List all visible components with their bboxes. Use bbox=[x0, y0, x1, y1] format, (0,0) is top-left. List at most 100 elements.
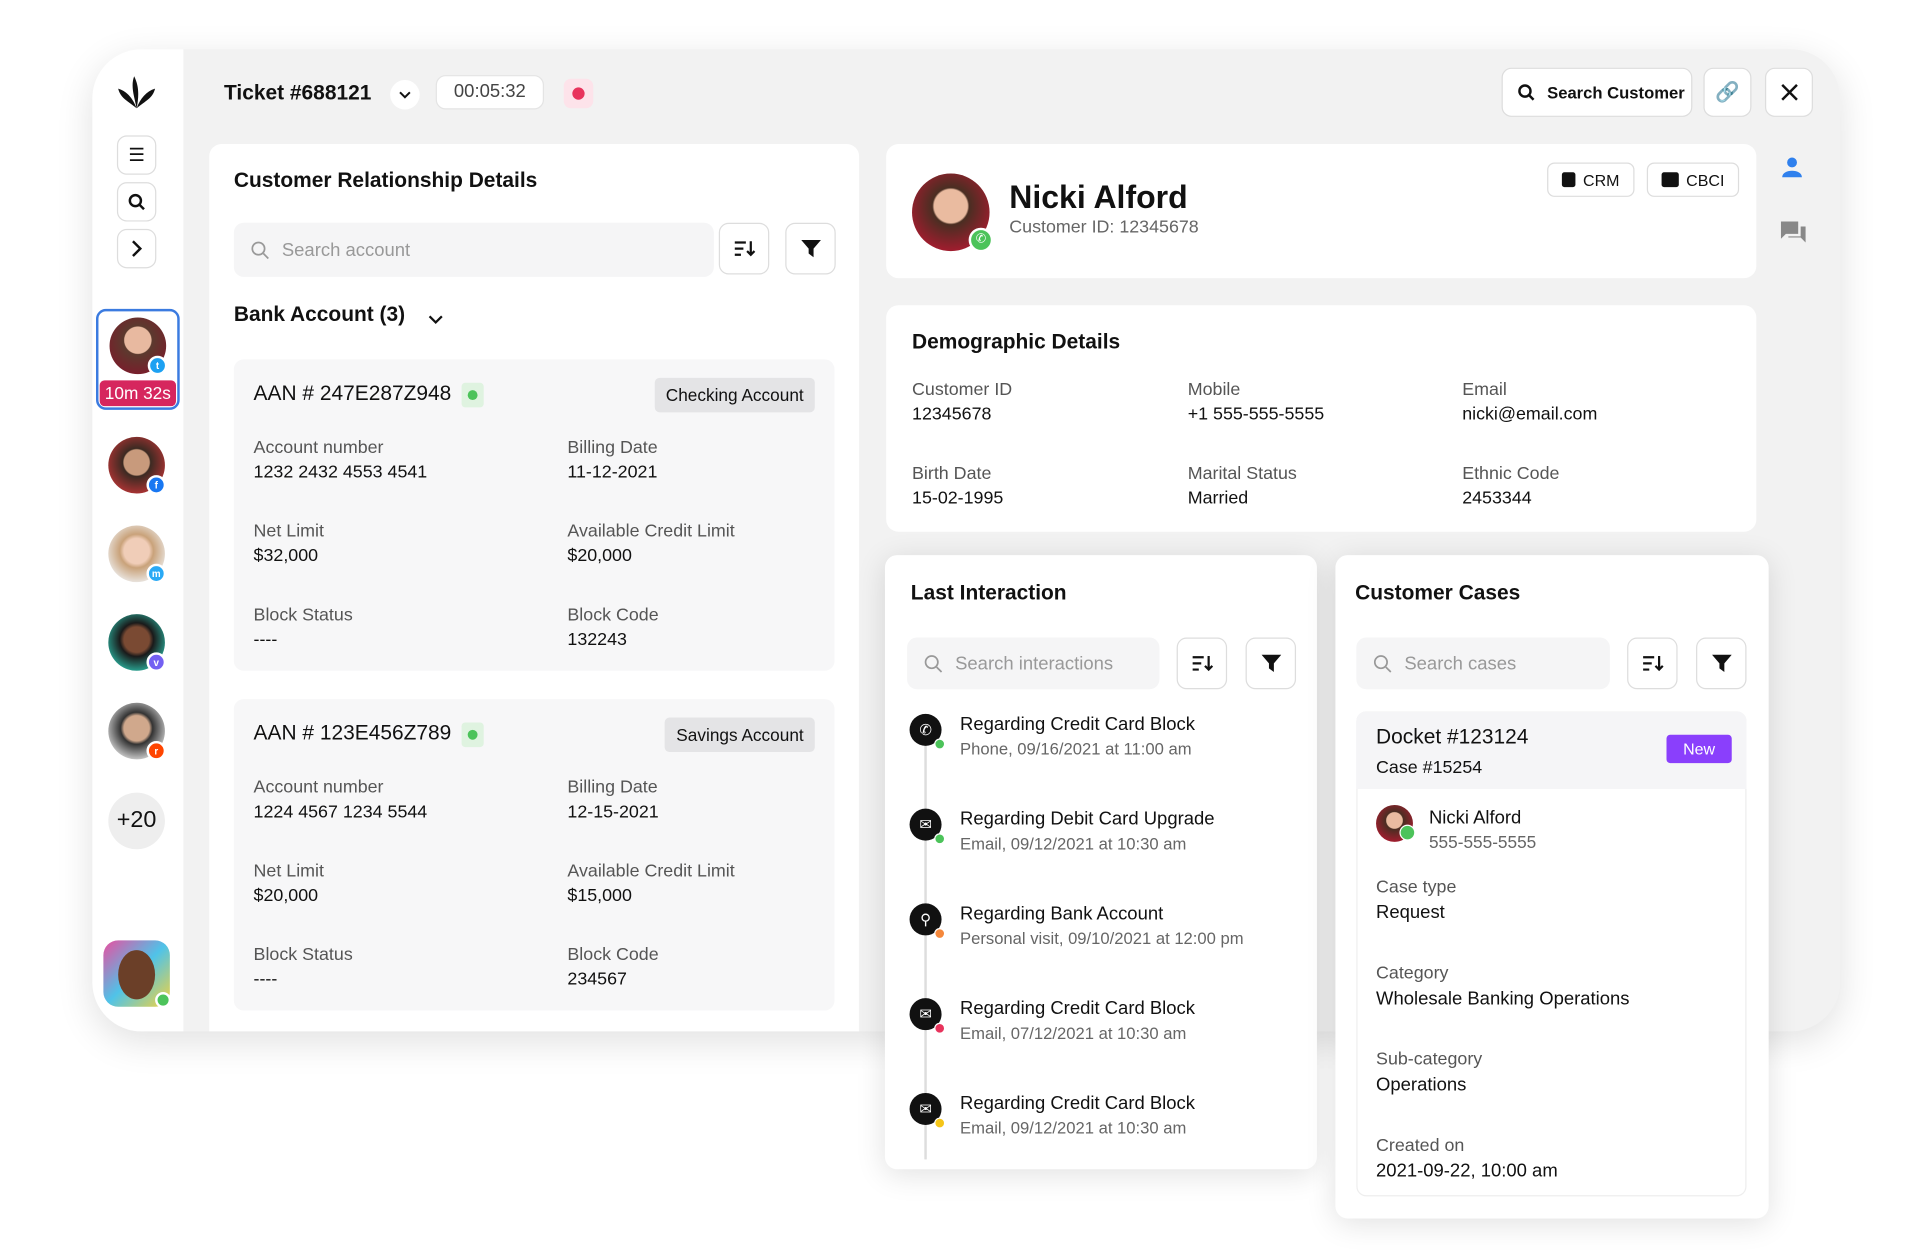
menu-button[interactable]: ☰ bbox=[116, 135, 157, 175]
aan-text: AAN # 123E456Z789 bbox=[253, 721, 452, 745]
field-value: 234567 bbox=[567, 969, 627, 990]
field-block-code: Block Code 132243 bbox=[567, 606, 658, 650]
phone-icon bbox=[1399, 824, 1416, 841]
field-account-number: Account number 1232 2432 4553 4541 bbox=[254, 438, 428, 482]
field-value: $20,000 bbox=[567, 546, 632, 567]
ticket-dropdown[interactable] bbox=[390, 80, 420, 110]
account-type-tag: Savings Account bbox=[665, 717, 815, 753]
interaction-title: Regarding Debit Card Upgrade bbox=[960, 808, 1215, 830]
customer-profile-icon[interactable] bbox=[1781, 156, 1803, 184]
demographic-field: Birth Date 15-02-1995 bbox=[912, 464, 1003, 508]
account-aan: AAN # 123E456Z789 bbox=[253, 721, 484, 747]
more-conversations[interactable]: +20 bbox=[108, 792, 165, 850]
interaction-item[interactable]: Regarding Credit Card Block Email, 07/12/… bbox=[960, 998, 1195, 1042]
customer-name: Nicki Alford bbox=[1009, 178, 1188, 216]
chat-icon[interactable] bbox=[1780, 220, 1807, 251]
interaction-subtitle: Phone, 09/16/2021 at 11:00 am bbox=[960, 739, 1192, 759]
sort-icon bbox=[734, 241, 755, 257]
customer-cases-title: Customer Cases bbox=[1355, 580, 1521, 605]
interaction-title: Regarding Credit Card Block bbox=[960, 998, 1196, 1020]
field-label: Category bbox=[1376, 963, 1449, 984]
field-value: 2021-09-22, 10:00 am bbox=[1376, 1160, 1558, 1182]
crm-label: CRM bbox=[1583, 170, 1620, 189]
account-aan: AAN # 247E287Z948 bbox=[254, 382, 484, 407]
interaction-item[interactable]: Regarding Credit Card Block Email, 09/12/… bbox=[960, 1093, 1195, 1137]
messenger-icon: m bbox=[146, 563, 167, 584]
filter-button[interactable] bbox=[785, 222, 836, 275]
call-timer: 00:05:32 bbox=[435, 75, 545, 110]
filter-icon bbox=[1711, 654, 1732, 673]
search-account-input[interactable]: Search account bbox=[233, 222, 714, 277]
filter-button[interactable] bbox=[1245, 637, 1297, 690]
online-status-icon bbox=[155, 992, 172, 1009]
field-label: Billing Date bbox=[567, 438, 658, 458]
field-label: Customer ID bbox=[912, 380, 1013, 401]
sort-button[interactable] bbox=[1627, 637, 1678, 690]
search-button[interactable] bbox=[116, 182, 157, 222]
docket-number: Docket #123124 bbox=[1376, 724, 1529, 749]
status-badge: New bbox=[1666, 734, 1732, 764]
field-label: Ethnic Code bbox=[1462, 464, 1560, 484]
mail-icon: ✉ bbox=[909, 998, 946, 1034]
field-label: Created on bbox=[1376, 1136, 1465, 1156]
contact-card-icon bbox=[1661, 172, 1679, 188]
field-value: Request bbox=[1376, 902, 1445, 924]
ticket-title: Ticket #688121 bbox=[224, 81, 372, 105]
interaction-title: Regarding Credit Card Block bbox=[960, 1092, 1196, 1114]
close-icon bbox=[1780, 84, 1798, 101]
conversation-timer: 10m 32s bbox=[99, 380, 177, 407]
case-number: Case #15254 bbox=[1376, 758, 1483, 778]
field-block-status: Block Status ---- bbox=[254, 606, 353, 650]
crm-title: Customer Relationship Details bbox=[233, 168, 538, 193]
close-button[interactable] bbox=[1764, 67, 1813, 117]
search-interactions-input[interactable]: Search interactions bbox=[907, 637, 1160, 690]
demographic-field: Customer ID 12345678 bbox=[912, 380, 1012, 424]
field-block-status: Block Status ---- bbox=[254, 945, 353, 989]
search-cases-input[interactable]: Search cases bbox=[1356, 637, 1610, 690]
filter-icon bbox=[1260, 654, 1281, 673]
field-value: 12345678 bbox=[912, 404, 992, 425]
demographic-field: Mobile +1 555-555-5555 bbox=[1188, 380, 1324, 424]
field-label: Marital Status bbox=[1187, 464, 1297, 484]
crm-button[interactable]: CRM bbox=[1547, 162, 1635, 197]
facebook-icon: f bbox=[146, 475, 167, 495]
field-label: Block Status bbox=[253, 605, 353, 626]
cbci-button[interactable]: CBCI bbox=[1646, 162, 1740, 197]
field-value: Wholesale Banking Operations bbox=[1376, 988, 1630, 1010]
filter-button[interactable] bbox=[1696, 637, 1747, 690]
field-account-number: Account number 1224 4567 1234 5544 bbox=[254, 778, 428, 822]
customer-id: Customer ID: 12345678 bbox=[1009, 217, 1199, 238]
sort-button[interactable] bbox=[718, 222, 770, 275]
field-label: Block Code bbox=[567, 945, 659, 965]
logo-icon bbox=[116, 74, 158, 120]
search-icon bbox=[251, 240, 269, 259]
link-button[interactable]: 🔗 bbox=[1703, 67, 1752, 117]
interaction-item[interactable]: Regarding Credit Card Block Phone, 09/16/… bbox=[960, 714, 1195, 758]
field-label: Billing Date bbox=[567, 777, 658, 798]
active-conversation[interactable]: t 10m 32s bbox=[96, 308, 180, 410]
search-placeholder: Search cases bbox=[1404, 652, 1517, 674]
field-label: Net Limit bbox=[253, 521, 324, 542]
field-billing: Billing Date 11-12-2021 bbox=[567, 438, 657, 482]
field-value: $32,000 bbox=[253, 546, 319, 567]
field-value: $15,000 bbox=[567, 886, 632, 906]
case-field: Category Wholesale Banking Operations bbox=[1376, 964, 1629, 1010]
search-placeholder: Search interactions bbox=[955, 652, 1114, 674]
sort-button[interactable] bbox=[1176, 637, 1228, 690]
expand-button[interactable] bbox=[116, 228, 157, 269]
field-label: Available Credit Limit bbox=[567, 861, 735, 882]
field-label: Sub-category bbox=[1376, 1049, 1483, 1070]
search-icon bbox=[924, 654, 943, 673]
record-button[interactable] bbox=[563, 78, 594, 109]
search-customer-button[interactable]: Search Customer bbox=[1501, 67, 1693, 117]
interaction-item[interactable]: Regarding Debit Card Upgrade Email, 09/12… bbox=[960, 809, 1215, 853]
field-value: ---- bbox=[253, 969, 278, 990]
bank-account-group[interactable]: Bank Account (3) bbox=[234, 303, 405, 328]
phone-icon: ✆ bbox=[968, 227, 994, 253]
last-interaction-title: Last Interaction bbox=[910, 580, 1067, 605]
field-value: Operations bbox=[1376, 1074, 1467, 1096]
field-value: Married bbox=[1187, 488, 1249, 509]
interaction-item[interactable]: Regarding Bank Account Personal visit, 09… bbox=[960, 903, 1244, 947]
chevron-down-icon[interactable] bbox=[428, 309, 443, 331]
search-icon bbox=[1373, 654, 1392, 673]
